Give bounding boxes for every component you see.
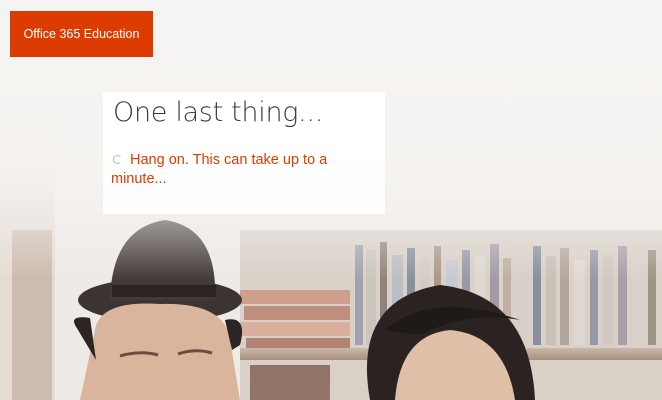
page-title: One last thing... bbox=[113, 97, 324, 128]
status-message: Hang on. This can take up to a minute... bbox=[111, 151, 371, 189]
brand-logo-tile: Office 365 Education bbox=[10, 11, 153, 57]
loading-spinner-icon bbox=[113, 155, 122, 165]
brand-label: Office 365 Education bbox=[23, 27, 140, 41]
status-text: Hang on. This can take up to a minute... bbox=[111, 152, 328, 187]
status-card: One last thing... Hang on. This can take… bbox=[103, 92, 385, 214]
